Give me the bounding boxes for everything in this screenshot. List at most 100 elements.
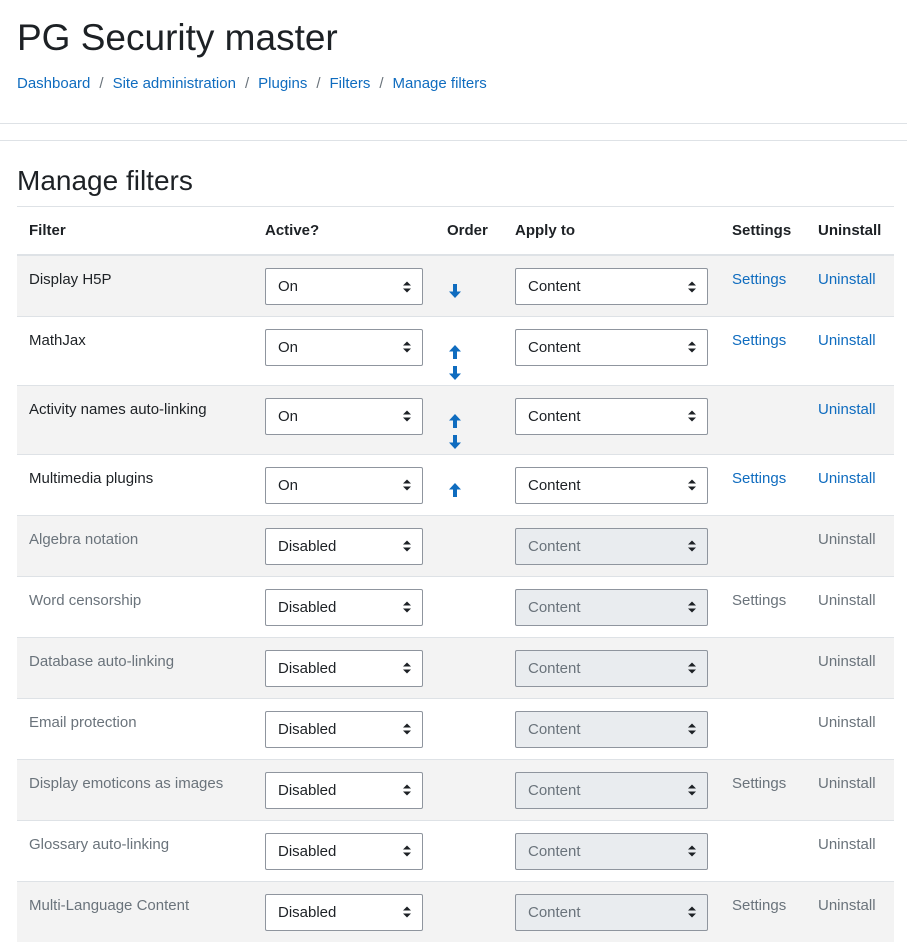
filter-name: MathJax	[17, 315, 253, 385]
apply-to-select[interactable]: Content	[515, 328, 708, 366]
apply-to-select-value: Content	[528, 842, 581, 860]
arrow-down-icon[interactable]	[447, 364, 463, 382]
column-header-order: Order	[435, 206, 503, 256]
select-caret-icon	[688, 784, 696, 796]
order-controls	[447, 467, 491, 499]
apply-to-select-value: Content	[528, 903, 581, 921]
select-caret-icon	[403, 341, 411, 353]
filter-name: Multimedia plugins	[17, 453, 253, 515]
apply-to-select[interactable]: Content	[515, 466, 708, 504]
apply-to-select: Content	[515, 832, 708, 870]
order-controls	[447, 833, 491, 847]
uninstall-link[interactable]: Uninstall	[818, 836, 876, 853]
table-header-row: Filter Active? Order Apply to Settings U…	[17, 206, 894, 256]
breadcrumb-site-administration[interactable]: Site administration	[113, 75, 236, 92]
order-controls	[447, 589, 491, 603]
order-controls	[447, 528, 491, 542]
arrow-up-icon[interactable]	[447, 481, 463, 499]
select-caret-icon	[403, 479, 411, 491]
active-select[interactable]: Disabled	[265, 710, 423, 748]
filter-name: Activity names auto-linking	[17, 384, 253, 454]
uninstall-link[interactable]: Uninstall	[818, 470, 876, 487]
active-select-value: Disabled	[278, 537, 337, 555]
select-caret-icon	[688, 341, 696, 353]
order-controls	[447, 329, 491, 382]
select-caret-icon	[688, 723, 696, 735]
uninstall-link[interactable]: Uninstall	[818, 653, 876, 670]
settings-link[interactable]: Settings	[732, 271, 786, 288]
column-header-filter: Filter	[17, 206, 253, 256]
breadcrumb-separator: /	[316, 74, 321, 92]
active-select-value: Disabled	[278, 720, 337, 738]
table-row: Database auto-linking Disabled Content Unin…	[17, 636, 894, 698]
apply-to-select[interactable]: Content	[515, 268, 708, 305]
active-select[interactable]: Disabled	[265, 527, 423, 565]
apply-to-select-value: Content	[528, 407, 581, 425]
settings-link[interactable]: Settings	[732, 592, 786, 609]
select-caret-icon	[688, 410, 696, 422]
breadcrumb-manage-filters[interactable]: Manage filters	[393, 75, 487, 92]
apply-to-select-value: Content	[528, 781, 581, 799]
active-select[interactable]: Disabled	[265, 771, 423, 809]
settings-link[interactable]: Settings	[732, 897, 786, 914]
select-caret-icon	[688, 479, 696, 491]
breadcrumb-separator: /	[244, 74, 250, 92]
active-select[interactable]: Disabled	[265, 832, 423, 870]
apply-to-select-value: Content	[528, 338, 581, 356]
active-select[interactable]: On	[265, 328, 423, 366]
page-heading: Manage filters	[17, 165, 193, 196]
uninstall-link[interactable]: Uninstall	[818, 775, 876, 792]
order-controls	[447, 650, 491, 664]
order-controls	[447, 894, 491, 908]
active-select[interactable]: Disabled	[265, 588, 423, 626]
select-caret-icon	[403, 281, 411, 292]
filter-name: Database auto-linking	[17, 636, 253, 698]
breadcrumb-dashboard[interactable]: Dashboard	[17, 75, 90, 92]
apply-to-select: Content	[515, 893, 708, 931]
breadcrumb-plugins[interactable]: Plugins	[258, 75, 307, 92]
uninstall-link[interactable]: Uninstall	[818, 592, 876, 609]
active-select-value: Disabled	[278, 842, 337, 860]
breadcrumb-separator: /	[99, 74, 104, 92]
uninstall-link[interactable]: Uninstall	[818, 271, 876, 288]
apply-to-select-value: Content	[528, 537, 581, 555]
active-select-value: On	[278, 407, 299, 425]
filter-name: Algebra notation	[17, 514, 253, 576]
active-select-value: On	[278, 338, 299, 356]
apply-to-select-value: Content	[528, 720, 581, 738]
apply-to-select[interactable]: Content	[515, 397, 708, 435]
active-select[interactable]: On	[265, 397, 423, 435]
apply-to-select: Content	[515, 710, 708, 748]
arrow-up-icon[interactable]	[447, 412, 463, 430]
arrow-down-icon[interactable]	[447, 282, 463, 300]
select-caret-icon	[403, 784, 411, 796]
select-caret-icon	[403, 540, 411, 552]
arrow-down-icon[interactable]	[447, 433, 463, 451]
order-controls	[447, 772, 491, 786]
filter-name: Email protection	[17, 697, 253, 759]
table-row: Word censorship Disabled Content Settings Un…	[17, 575, 894, 637]
active-select[interactable]: On	[265, 466, 423, 504]
filter-name: Display emoticons as images	[17, 758, 253, 820]
uninstall-link[interactable]: Uninstall	[818, 897, 876, 914]
arrow-up-icon[interactable]	[447, 343, 463, 361]
settings-link[interactable]: Settings	[732, 775, 786, 792]
active-select[interactable]: On	[265, 268, 423, 305]
breadcrumb-filters[interactable]: Filters	[330, 75, 371, 92]
column-header-active: Active?	[253, 206, 435, 256]
uninstall-link[interactable]: Uninstall	[818, 332, 876, 349]
column-header-uninstall: Uninstall	[806, 206, 894, 256]
apply-to-select-value: Content	[528, 278, 581, 295]
active-select[interactable]: Disabled	[265, 893, 423, 931]
settings-link[interactable]: Settings	[732, 470, 786, 487]
active-select[interactable]: Disabled	[265, 649, 423, 687]
apply-to-select: Content	[515, 527, 708, 565]
uninstall-link[interactable]: Uninstall	[818, 714, 876, 731]
table-row: Email protection Disabled Content Uninstall	[17, 697, 894, 759]
select-caret-icon	[688, 662, 696, 674]
table-row: Multimedia plugins On Content Settings Unins…	[17, 453, 894, 515]
settings-link[interactable]: Settings	[732, 332, 786, 349]
uninstall-link[interactable]: Uninstall	[818, 531, 876, 548]
filter-name: Word censorship	[17, 575, 253, 637]
uninstall-link[interactable]: Uninstall	[818, 401, 876, 418]
